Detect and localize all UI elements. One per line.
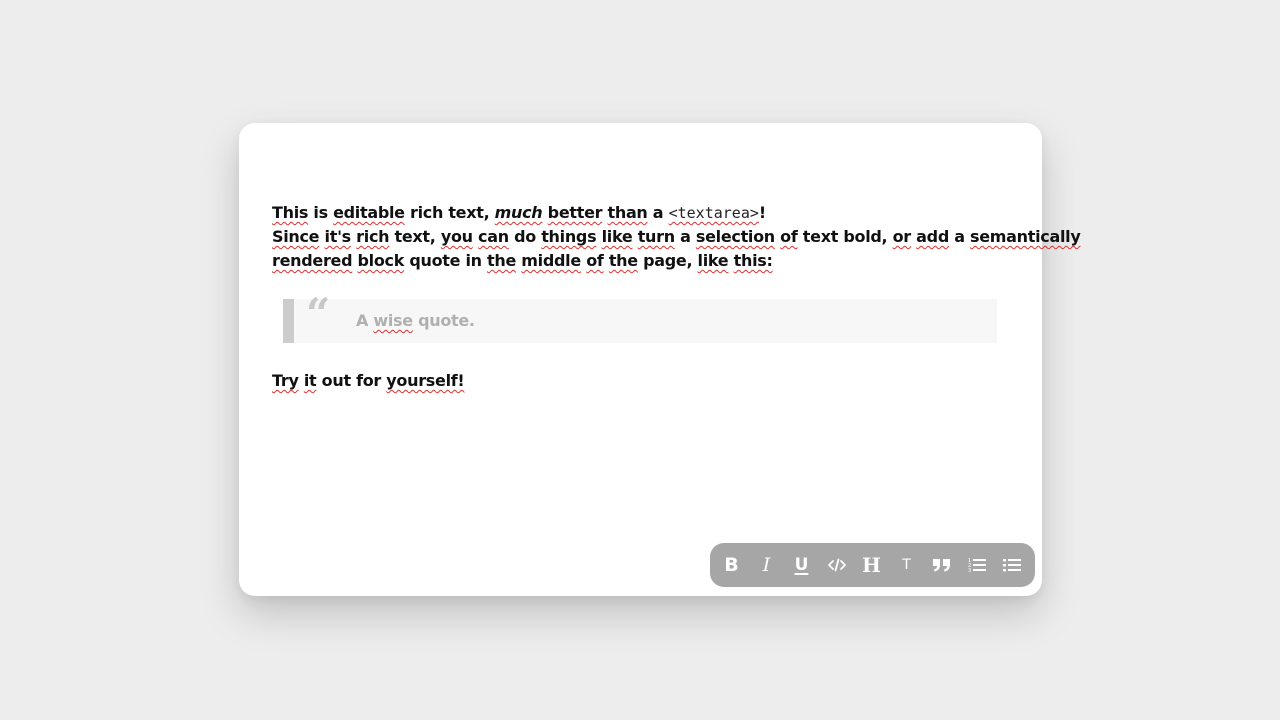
text-segment: text, xyxy=(443,203,495,222)
text-segment: wise xyxy=(373,311,413,330)
inline-code: <textarea> xyxy=(668,204,759,222)
quote-button[interactable] xyxy=(924,547,959,583)
text-segment: is xyxy=(308,203,334,222)
quote-icon xyxy=(932,559,950,572)
italic-icon: I xyxy=(762,553,771,576)
code-button[interactable] xyxy=(819,547,854,583)
rich-text-editor[interactable]: This is editable rich text, much better … xyxy=(272,201,1081,273)
text-segment: the xyxy=(487,251,517,270)
text-segment: like xyxy=(697,251,729,270)
code-icon xyxy=(827,558,846,572)
text-segment: can xyxy=(478,227,509,246)
text-segment: yourself! xyxy=(386,371,465,390)
text-segment: the xyxy=(608,251,638,270)
paragraph-line: rendered block quote in the middle of th… xyxy=(272,249,1012,273)
text-segment: quote in xyxy=(404,251,488,270)
text-segment: this: xyxy=(733,251,773,270)
bulleted-list-icon xyxy=(1002,559,1021,572)
bold-button[interactable]: B xyxy=(714,547,749,583)
underline-icon: U xyxy=(794,554,809,575)
text-segment: a xyxy=(647,203,669,222)
text-segment: it xyxy=(303,371,317,390)
closing-paragraph[interactable]: Try it out for yourself! xyxy=(272,369,465,393)
text-segment: text xyxy=(797,227,844,246)
text-segment: , xyxy=(881,227,893,246)
text-segment: than xyxy=(607,203,648,222)
paragraph-line: Since it's rich text, you can do things … xyxy=(272,225,1081,249)
text-icon: T xyxy=(902,557,911,573)
text-segment: or xyxy=(892,227,912,246)
text-button[interactable]: T xyxy=(889,547,924,583)
text-segment: selection xyxy=(695,227,775,246)
text-segment: editable xyxy=(333,203,405,222)
text-segment: a xyxy=(674,227,696,246)
formatting-toolbar: B I U H T 1 2 3 xyxy=(710,543,1035,587)
text-segment: you xyxy=(440,227,473,246)
text-segment: it's xyxy=(324,227,352,246)
text-segment: better xyxy=(547,203,603,222)
text-segment: semantically xyxy=(970,227,1081,246)
text-segment: page, xyxy=(637,251,698,270)
bold-text: rich xyxy=(409,203,444,222)
italic-text: much xyxy=(494,203,543,222)
text-segment: Since xyxy=(272,227,320,246)
text-segment: things xyxy=(541,227,597,246)
heading-icon: H xyxy=(862,553,881,577)
heading-button[interactable]: H xyxy=(854,547,889,583)
text-segment: turn xyxy=(637,227,675,246)
bold-icon: B xyxy=(724,553,739,576)
numbered-list-icon: 1 2 3 xyxy=(968,558,986,573)
text-segment: A xyxy=(356,311,374,330)
text-segment: like xyxy=(601,227,633,246)
quote-mark-icon: “ xyxy=(306,289,331,338)
text-segment: Try xyxy=(272,371,299,390)
text-segment: This xyxy=(272,203,309,222)
text-segment: block xyxy=(357,251,405,270)
text-segment: a xyxy=(948,227,971,246)
underline-button[interactable]: U xyxy=(784,547,819,583)
text-segment: middle xyxy=(521,251,581,270)
italic-button[interactable]: I xyxy=(749,547,784,583)
svg-text:3: 3 xyxy=(968,568,971,573)
paragraph-line: This is editable rich text, much better … xyxy=(272,201,1012,225)
bold-text: bold xyxy=(843,227,882,246)
block-quote[interactable]: “ A wise quote. xyxy=(283,293,997,343)
text-segment: rich xyxy=(356,227,390,246)
numbered-list-button[interactable]: 1 2 3 xyxy=(959,547,994,583)
text-segment: text, xyxy=(389,227,441,246)
text-segment: of xyxy=(780,227,798,246)
bulleted-list-button[interactable] xyxy=(994,547,1029,583)
text-segment: rendered xyxy=(272,251,353,270)
text-segment: ! xyxy=(758,203,766,222)
text-segment: of xyxy=(586,251,604,270)
text-segment: out for xyxy=(316,371,387,390)
editor-card: This is editable rich text, much better … xyxy=(239,123,1081,596)
text-segment: add xyxy=(916,227,949,246)
text-segment: quote. xyxy=(412,311,475,330)
text-segment: do xyxy=(508,227,542,246)
quote-text: A wise quote. xyxy=(356,309,475,333)
